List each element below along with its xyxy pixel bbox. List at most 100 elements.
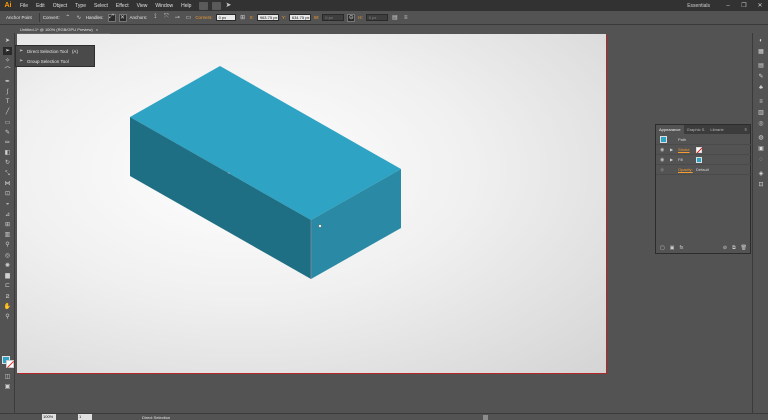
color-panel-icon[interactable]: ◐ <box>757 38 765 45</box>
direct-selection-tool-icon[interactable]: ➢ <box>3 47 12 55</box>
stroke-swatch[interactable] <box>6 360 14 368</box>
artboard-tool-icon[interactable]: ⊏ <box>3 282 12 290</box>
screen-mode-icon[interactable]: ▣ <box>3 383 12 391</box>
document-close-icon[interactable]: × <box>96 27 98 32</box>
pencil-icon[interactable]: ✏ <box>3 139 12 147</box>
document-tab[interactable]: Untitled-1* @ 100% (RGB/GPU Preview) × <box>17 25 110 34</box>
menu-object[interactable]: Object <box>49 3 71 9</box>
transparency-icon[interactable]: ◎ <box>757 121 765 128</box>
gradient-tool-icon[interactable]: ▥ <box>3 231 12 239</box>
stroke-label[interactable]: Stroke <box>678 147 690 152</box>
arrange-documents-icon[interactable] <box>212 1 222 10</box>
symbols-icon[interactable]: ♣ <box>757 85 765 92</box>
opacity-label[interactable]: Opacity: <box>678 167 693 172</box>
close-button[interactable]: ✕ <box>752 2 768 9</box>
stroke-color-swatch[interactable] <box>696 146 703 153</box>
show-handles-icon[interactable]: ⤢ <box>107 13 116 22</box>
curvature-tool-icon[interactable]: ∫ <box>3 88 12 96</box>
paintbrush-icon[interactable]: ✎ <box>3 129 12 137</box>
panel-menu-icon[interactable]: ≡ <box>402 14 410 22</box>
add-effect-icon[interactable]: fx <box>679 245 683 251</box>
appearance-stroke-row[interactable]: ◉ ▶ Stroke <box>656 145 752 155</box>
direct-selection-tool-item[interactable]: ➢ Direct Selection Tool (A) <box>16 46 94 56</box>
selection-tool-icon[interactable]: ➤ <box>3 37 12 45</box>
symbol-sprayer-icon[interactable]: ✺ <box>3 262 12 270</box>
slice-tool-icon[interactable]: ⧄ <box>3 293 12 301</box>
y-field[interactable]: 634.75 px <box>288 14 311 21</box>
cut-path-icon[interactable]: ⊸ <box>173 14 181 22</box>
anchor-point[interactable] <box>228 172 230 174</box>
menu-file[interactable]: File <box>16 3 32 9</box>
pen-tool-icon[interactable]: ✒ <box>3 78 12 86</box>
isolate-icon[interactable]: ▭ <box>184 14 192 22</box>
shape-builder-icon[interactable]: ◒ <box>3 200 12 208</box>
line-tool-icon[interactable]: ╱ <box>3 108 12 116</box>
rotate-tool-icon[interactable]: ↻ <box>3 159 12 167</box>
fill-color-swatch[interactable] <box>696 156 702 163</box>
mesh-tool-icon[interactable]: ⊞ <box>3 221 12 229</box>
align-icon[interactable]: ▤ <box>391 14 399 22</box>
perspective-grid-icon[interactable]: ⊿ <box>3 211 12 219</box>
x-field[interactable]: 963.75 px <box>256 14 279 21</box>
panel-menu-icon[interactable]: ≡ <box>745 127 747 132</box>
duplicate-item-icon[interactable]: ⧉ <box>732 245 736 251</box>
stroke-panel-icon[interactable]: ≡ <box>757 99 765 106</box>
gradient-panel-icon[interactable]: ▥ <box>757 110 765 117</box>
graphic-styles-icon[interactable]: ▣ <box>757 146 765 153</box>
corners-link[interactable]: Corners: <box>195 15 212 20</box>
hand-tool-icon[interactable]: ✋ <box>3 303 12 311</box>
lasso-icon[interactable]: ⌒ <box>3 67 12 75</box>
layers-icon[interactable]: ◈ <box>757 171 765 178</box>
menu-type[interactable]: Type <box>71 3 90 9</box>
rectangle-tool-icon[interactable]: ▭ <box>3 119 12 127</box>
free-transform-icon[interactable]: ⊡ <box>3 190 12 198</box>
add-fill-icon[interactable]: ▣ <box>670 245 675 251</box>
workspace-switcher[interactable]: Essentials <box>687 3 710 9</box>
link-proportions-icon[interactable]: ⊖ <box>347 13 356 22</box>
type-tool-icon[interactable]: T <box>3 98 12 106</box>
blend-tool-icon[interactable]: ◎ <box>3 252 12 260</box>
brushes-icon[interactable]: ✎ <box>757 74 765 81</box>
corners-field[interactable]: 0 px <box>215 14 236 21</box>
menu-select[interactable]: Select <box>90 3 112 9</box>
restore-button[interactable]: ❐ <box>736 2 752 9</box>
width-tool-icon[interactable]: ⋈ <box>3 180 12 188</box>
zoom-tool-icon[interactable]: ⚲ <box>3 313 12 321</box>
menu-view[interactable]: View <box>133 3 152 9</box>
minimize-button[interactable]: – <box>720 3 736 9</box>
delete-item-icon[interactable]: 🗑 <box>741 245 747 251</box>
appearance-fill-row[interactable]: ◉ ▶ Fill <box>656 155 752 165</box>
artboards-icon[interactable]: ⊡ <box>757 182 765 189</box>
eyedropper-icon[interactable]: ⚲ <box>3 241 12 249</box>
magic-wand-icon[interactable]: ✧ <box>3 57 12 65</box>
current-tool-status[interactable]: Direct Selection <box>142 415 170 420</box>
expand-arrow-icon[interactable]: ▶ <box>670 157 673 162</box>
zoom-level-field[interactable]: 100% <box>42 414 56 420</box>
clear-appearance-icon[interactable]: ⊘ <box>723 245 727 251</box>
remove-anchor-icon[interactable]: ⟟ <box>151 14 159 22</box>
send-icon[interactable]: ➤ <box>225 2 234 10</box>
scale-tool-icon[interactable]: ⤡ <box>3 170 12 178</box>
bridge-icon[interactable] <box>199 1 209 10</box>
tab-libraries[interactable]: Librarie <box>707 125 726 134</box>
menu-help[interactable]: Help <box>177 3 195 9</box>
expand-arrow-icon[interactable]: ▶ <box>670 147 673 152</box>
horizontal-scrollbar-thumb[interactable] <box>483 415 488 420</box>
visibility-eye-icon[interactable]: ◉ <box>660 147 664 153</box>
appearance-panel-icon[interactable]: ◍ <box>757 135 765 142</box>
transform-icon[interactable]: ⊞ <box>239 14 247 22</box>
color-guide-icon[interactable]: ▦ <box>757 49 765 56</box>
artboard[interactable] <box>17 34 606 373</box>
w-field[interactable]: 0 px <box>322 14 345 21</box>
hide-handles-icon[interactable]: ✕ <box>118 13 127 22</box>
libraries-icon[interactable]: ◌ <box>757 157 765 164</box>
add-stroke-icon[interactable]: ▢ <box>660 245 665 251</box>
tab-graphic-styles[interactable]: Graphic S <box>684 125 708 134</box>
h-field[interactable]: 0 px <box>365 14 388 21</box>
appearance-path-row[interactable]: Path <box>656 135 752 145</box>
visibility-eye-icon[interactable]: ◉ <box>660 167 664 173</box>
graph-tool-icon[interactable]: ▆ <box>3 272 12 280</box>
convert-to-corner-icon[interactable]: ⌃ <box>64 14 72 22</box>
drawing-mode-icon[interactable]: ◫ <box>3 373 12 381</box>
anchor-point[interactable] <box>318 224 322 228</box>
